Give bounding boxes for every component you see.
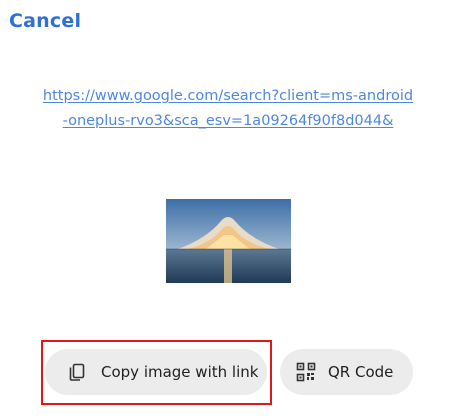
qr-code-label: QR Code	[328, 363, 394, 381]
copy-image-with-link-button[interactable]: Copy image with link	[45, 349, 267, 395]
shared-url-link[interactable]: https://www.google.com/search?client=ms-…	[28, 84, 428, 134]
preview-photo	[166, 199, 291, 283]
url-line-2: -oneplus-rvo3&sca_esv=1a09264f90f8d044&	[62, 113, 394, 129]
qr-code-button[interactable]: QR Code	[280, 349, 413, 395]
image-preview	[166, 199, 291, 283]
copy-icon	[67, 362, 87, 382]
qr-code-icon	[296, 362, 316, 382]
url-line-1: https://www.google.com/search?client=ms-…	[42, 88, 414, 104]
cancel-button[interactable]: Cancel	[9, 10, 81, 32]
copy-image-label: Copy image with link	[101, 363, 259, 381]
